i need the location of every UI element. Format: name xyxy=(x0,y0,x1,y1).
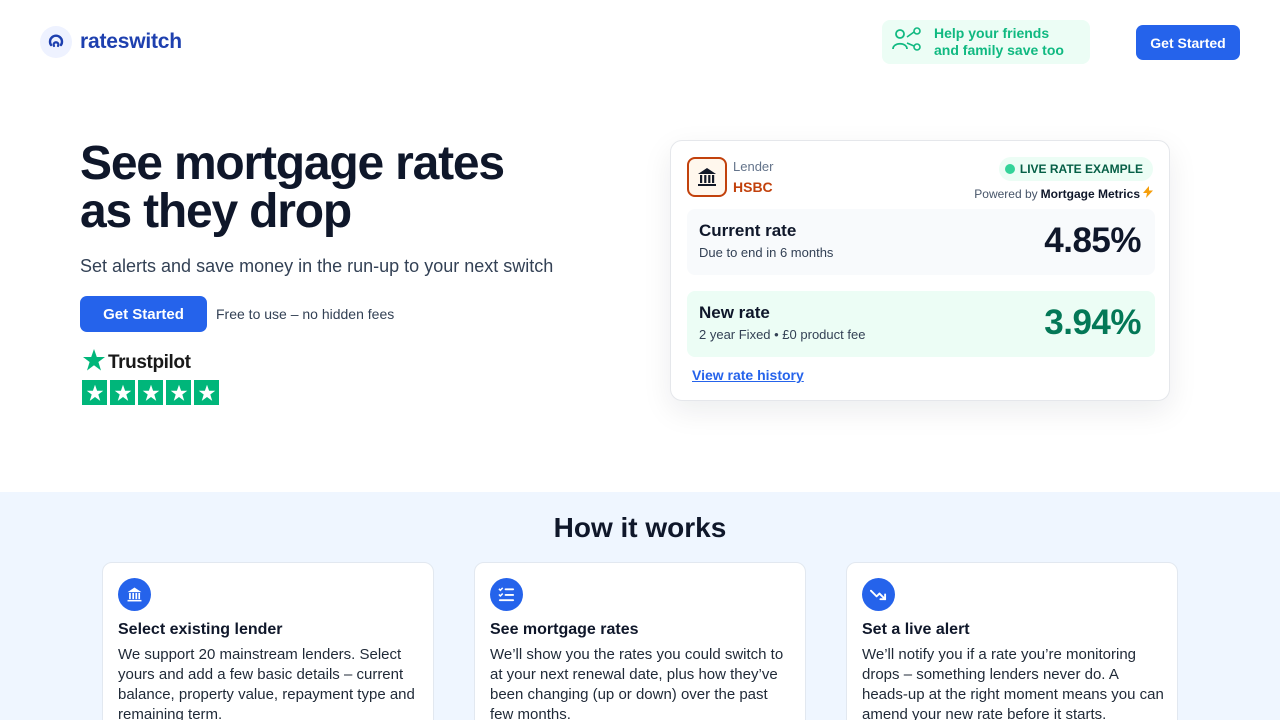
step-title: Set a live alert xyxy=(862,621,970,638)
logo[interactable]: rateswitch xyxy=(40,26,182,58)
step-card-live-alert: Set a live alert We’ll notify you if a r… xyxy=(846,562,1178,720)
view-rate-history-link[interactable]: View rate history xyxy=(692,367,804,383)
hero-title: See mortgage rates as they drop xyxy=(80,140,600,236)
site-header: rateswitch Help your friends and family … xyxy=(0,0,1280,86)
hero-subtitle: Set alerts and save money in the run-up … xyxy=(80,256,554,276)
step-body: We support 20 mainstream lenders. Select… xyxy=(118,646,415,720)
trustpilot-star-icon xyxy=(194,380,219,405)
step-body: We’ll show you the rates you could switc… xyxy=(490,646,784,720)
current-rate-value: 4.85% xyxy=(1044,221,1141,260)
lightning-icon xyxy=(1143,186,1153,201)
live-rate-badge-text: LIVE RATE EXAMPLE xyxy=(1019,162,1143,176)
trustpilot-stars xyxy=(82,380,219,405)
powered-by-brand: Mortgage Metrics xyxy=(1040,186,1140,201)
step-body: We’ll notify you if a rate you’re monito… xyxy=(862,646,1164,720)
how-it-works-title: How it works xyxy=(553,512,727,543)
refer-friends-link[interactable]: Help your friends and family save too xyxy=(882,20,1090,64)
hero-note: Free to use – no hidden fees xyxy=(216,306,395,322)
trustpilot-star-icon xyxy=(138,380,163,405)
current-rate-box: Current rate Due to end in 6 months 4.85… xyxy=(687,209,1155,275)
current-rate-title: Current rate xyxy=(699,221,797,240)
bank-icon xyxy=(687,157,727,197)
trustpilot-star-icon xyxy=(82,380,107,405)
trustpilot-star-icon xyxy=(110,380,135,405)
rate-example-card: Lender HSBC LIVE RATE EXAMPLE Powered by… xyxy=(670,140,1170,401)
powered-by: Powered by Mortgage Metrics xyxy=(974,186,1153,201)
step-title: Select existing lender xyxy=(118,621,283,638)
step-title: See mortgage rates xyxy=(490,621,639,638)
step-card-select-lender: Select existing lender We support 20 mai… xyxy=(102,562,434,720)
new-rate-desc: 2 year Fixed • £0 product fee xyxy=(699,327,866,342)
logo-text: rateswitch xyxy=(80,30,182,53)
live-rate-badge: LIVE RATE EXAMPLE xyxy=(998,157,1153,181)
logo-icon xyxy=(40,26,72,58)
header-get-started-button[interactable]: Get Started xyxy=(1136,25,1240,60)
trustpilot-logo-star-icon xyxy=(82,348,106,377)
current-rate-desc: Due to end in 6 months xyxy=(699,245,834,260)
hero-title-line2: as they drop xyxy=(80,185,352,238)
powered-by-prefix: Powered by xyxy=(974,186,1038,201)
trustpilot-star-icon xyxy=(166,380,191,405)
trustpilot-rating[interactable]: Trustpilot xyxy=(82,348,219,405)
new-rate-box: New rate 2 year Fixed • £0 product fee 3… xyxy=(687,291,1155,357)
hero-title-line1: See mortgage rates xyxy=(80,137,505,190)
share-people-icon xyxy=(892,25,924,60)
bank-icon xyxy=(118,578,151,611)
share-text-line2: and family save too xyxy=(934,42,1064,58)
lender-label: Lender xyxy=(733,159,774,174)
how-it-works-section: How it works Select existing lender We s… xyxy=(0,492,1280,720)
trustpilot-wordmark: Trustpilot xyxy=(108,351,191,373)
list-check-icon xyxy=(490,578,523,611)
live-dot-icon xyxy=(1004,164,1015,174)
new-rate-value: 3.94% xyxy=(1044,303,1141,342)
trend-down-icon xyxy=(862,578,895,611)
new-rate-title: New rate xyxy=(699,303,770,322)
lender-name: HSBC xyxy=(733,179,773,195)
hero-get-started-button[interactable]: Get Started xyxy=(80,296,207,332)
share-text-line1: Help your friends xyxy=(934,25,1050,41)
step-card-see-rates: See mortgage rates We’ll show you the ra… xyxy=(474,562,806,720)
